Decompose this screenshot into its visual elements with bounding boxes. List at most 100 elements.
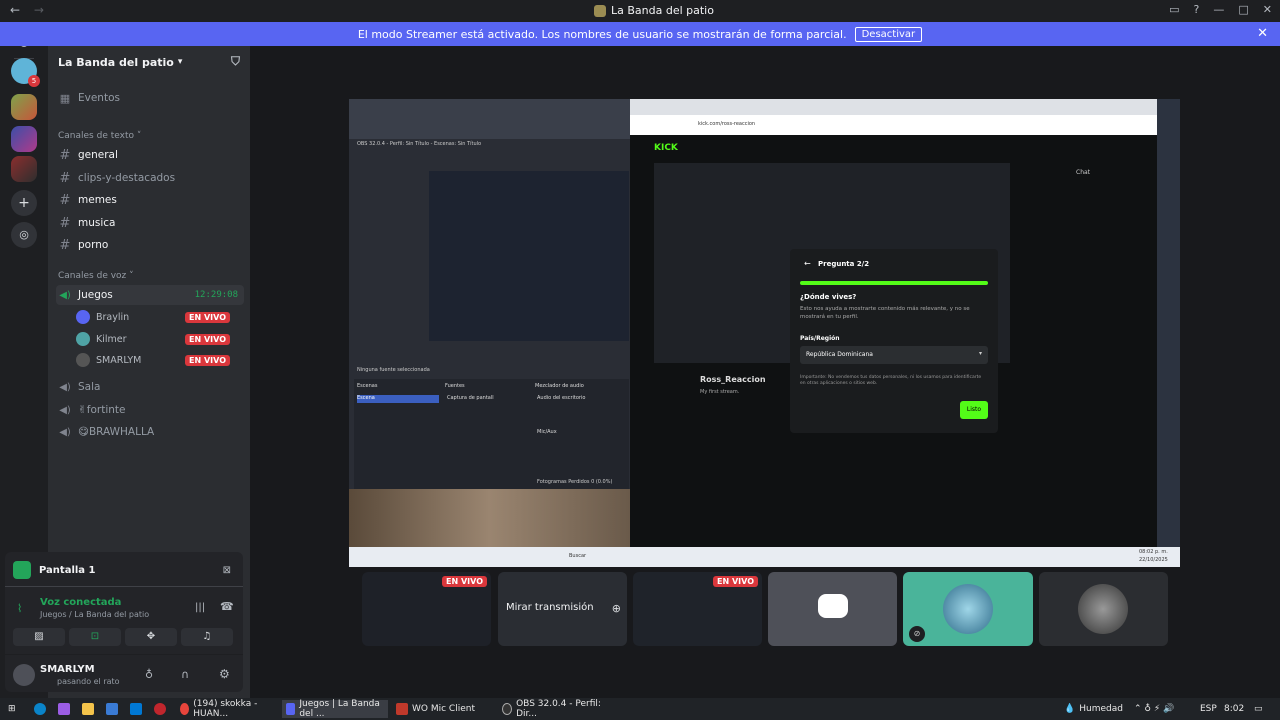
- activity-button[interactable]: ✥: [125, 628, 177, 646]
- user-tile-braylin[interactable]: [768, 572, 897, 646]
- voice-user-kilmer[interactable]: Kilmer EN VIVO: [76, 330, 244, 348]
- country-select[interactable]: República Dominicana ▾: [800, 346, 988, 364]
- camera-button[interactable]: ▨: [13, 628, 65, 646]
- chevron-down-icon: ▾: [177, 57, 183, 67]
- stream-thumb-3[interactable]: EN VIVO: [633, 572, 762, 646]
- copilot-icon[interactable]: [54, 700, 74, 718]
- url-text: kick.com/ross-reaccion: [698, 121, 756, 127]
- voice-user-name: Kilmer: [96, 333, 127, 345]
- store-icon[interactable]: [102, 700, 122, 718]
- streamer-mode-banner: El modo Streamer está activado. Los nomb…: [0, 22, 1280, 46]
- share-screen-button[interactable]: ⊡: [69, 628, 121, 646]
- obs-scenes-header: Escenas: [357, 383, 378, 389]
- browser-tabs: [630, 99, 1157, 115]
- headphones-icon[interactable]: ∩: [181, 668, 189, 681]
- text-category[interactable]: Canales de texto ˅: [58, 131, 141, 141]
- noise-suppression-icon[interactable]: |||: [195, 602, 205, 613]
- win-search: Buscar: [569, 553, 587, 559]
- desktop-icons-row: [349, 99, 630, 139]
- mic-icon[interactable]: ♁: [145, 668, 153, 681]
- notification-icon[interactable]: ▭: [1250, 700, 1267, 718]
- channel-memes[interactable]: # memes: [56, 190, 244, 210]
- hash-icon: #: [59, 237, 71, 253]
- stream-thumb-2[interactable]: Mirar transmisión ⊕: [498, 572, 627, 646]
- channel-porno[interactable]: # porno: [56, 235, 244, 255]
- streamer-taskbar: Buscar 08:02 p. m. 22/10/2025: [349, 547, 1180, 567]
- deactivate-button[interactable]: Desactivar: [854, 26, 923, 42]
- done-button[interactable]: Listo: [960, 401, 988, 419]
- voice-channel-brawhalla[interactable]: ◀) 😋BRAWHALLA: [56, 422, 244, 442]
- server-icon-game2[interactable]: [11, 126, 37, 152]
- add-member-icon[interactable]: ⛉: [231, 54, 240, 69]
- inbox-icon[interactable]: ▭: [1169, 3, 1179, 16]
- server-icon: [594, 4, 606, 17]
- kick-logo-icon: KICK: [654, 143, 678, 153]
- mic-app-icon: [396, 703, 408, 715]
- server-header[interactable]: La Banda del patio ▾ ⛉: [48, 46, 250, 78]
- voice-channel-fortinte[interactable]: ◀) ✌fortinte: [56, 400, 244, 420]
- user-tile-smarlym[interactable]: [1039, 572, 1168, 646]
- avatar: [76, 310, 90, 324]
- voice-connected-label[interactable]: Voz conectada: [40, 597, 121, 608]
- voice-channel-juegos[interactable]: ◀) Juegos 12:29:08: [56, 285, 244, 305]
- events-item[interactable]: ▦ Eventos: [56, 88, 244, 108]
- voice-location[interactable]: Juegos / La Banda del patio: [40, 610, 149, 619]
- user-name[interactable]: SMARLYM: [40, 664, 95, 675]
- explore-icon[interactable]: ◎: [11, 222, 37, 248]
- obs-frames: Fotogramas Perdidos 0 (0.0%): [537, 479, 613, 485]
- edge-icon[interactable]: [30, 700, 50, 718]
- server-icon-game3[interactable]: [11, 156, 37, 182]
- settings-gear-icon[interactable]: ⚙: [219, 667, 230, 681]
- user-panel: Pantalla 1 ⊠ ⌇ Voz conectada Juegos / La…: [5, 552, 243, 692]
- voice-category[interactable]: Canales de voz ˅: [58, 271, 134, 281]
- user-avatar[interactable]: [13, 664, 35, 686]
- country-value: República Dominicana: [806, 351, 873, 358]
- stream-thumb-1[interactable]: EN VIVO: [362, 572, 491, 646]
- channel-general[interactable]: # general: [56, 145, 244, 165]
- live-badge: EN VIVO: [442, 576, 487, 587]
- obs-audio1: Audio del escritorio: [537, 395, 586, 401]
- hash-icon: #: [59, 215, 71, 231]
- taskbar-chrome[interactable]: (194) skokka - HUAN...: [176, 699, 276, 719]
- add-server-icon[interactable]: +: [11, 190, 37, 216]
- obs-audio2: Mic/Aux: [537, 429, 557, 435]
- record-icon[interactable]: [150, 700, 170, 718]
- maximize-icon[interactable]: □: [1238, 3, 1248, 16]
- back-arrow-icon[interactable]: ←: [10, 3, 20, 17]
- explorer-icon[interactable]: [78, 700, 98, 718]
- close-window-icon[interactable]: ✕: [1263, 3, 1272, 16]
- modal-progress: [800, 281, 988, 285]
- voice-channel-sala[interactable]: ◀) Sala: [56, 377, 244, 397]
- mail-icon[interactable]: [126, 700, 146, 718]
- stream-viewer[interactable]: OBS 32.0.4 - Perfil: Sin Título - Escena…: [349, 99, 1180, 567]
- taskbar-womic[interactable]: WO Mic Client: [392, 700, 492, 718]
- weather-widget[interactable]: 💧 Humedad: [1060, 700, 1127, 718]
- forward-arrow-icon[interactable]: →: [34, 3, 44, 17]
- modal-description: Esto nos ayuda a mostrarte contenido más…: [800, 306, 970, 320]
- close-banner-icon[interactable]: ✕: [1257, 26, 1268, 41]
- stop-share-icon[interactable]: ⊠: [223, 565, 231, 576]
- voice-user-smarlym[interactable]: SMARLYM EN VIVO: [76, 351, 244, 369]
- soundboard-button[interactable]: ♫: [181, 628, 233, 646]
- help-icon[interactable]: ?: [1194, 3, 1200, 16]
- hash-icon: #: [59, 147, 71, 163]
- disconnect-icon[interactable]: ☎: [220, 600, 234, 613]
- tray-icons[interactable]: ⌃ ♁ ⚡ 🔊: [1130, 700, 1178, 718]
- start-icon[interactable]: ⊞: [4, 700, 20, 718]
- user-tile-kilmer[interactable]: ⊘: [903, 572, 1033, 646]
- language-indicator[interactable]: ESP: [1196, 700, 1221, 718]
- minimize-icon[interactable]: —: [1213, 3, 1224, 16]
- taskbar-discord[interactable]: Juegos | La Banda del ...: [282, 699, 388, 719]
- voice-user-braylin[interactable]: Braylin EN VIVO: [76, 308, 244, 326]
- chat-label: Chat: [1076, 169, 1091, 176]
- voice-channel-label: 😋BRAWHALLA: [78, 426, 155, 438]
- back-arrow-icon[interactable]: ←: [804, 259, 811, 268]
- channel-clips[interactable]: # clips-y-destacados: [56, 168, 244, 188]
- clock[interactable]: 8:02: [1220, 700, 1248, 718]
- channel-musica[interactable]: # musica: [56, 213, 244, 233]
- title-bar: ← → La Banda del patio ▭ ? — □ ✕: [0, 0, 1280, 22]
- discord-logo-icon: [818, 594, 848, 618]
- server-icon-game1[interactable]: [11, 94, 37, 120]
- channel-label: general: [78, 149, 118, 161]
- taskbar-obs[interactable]: OBS 32.0.4 - Perfil: Dir...: [498, 699, 608, 719]
